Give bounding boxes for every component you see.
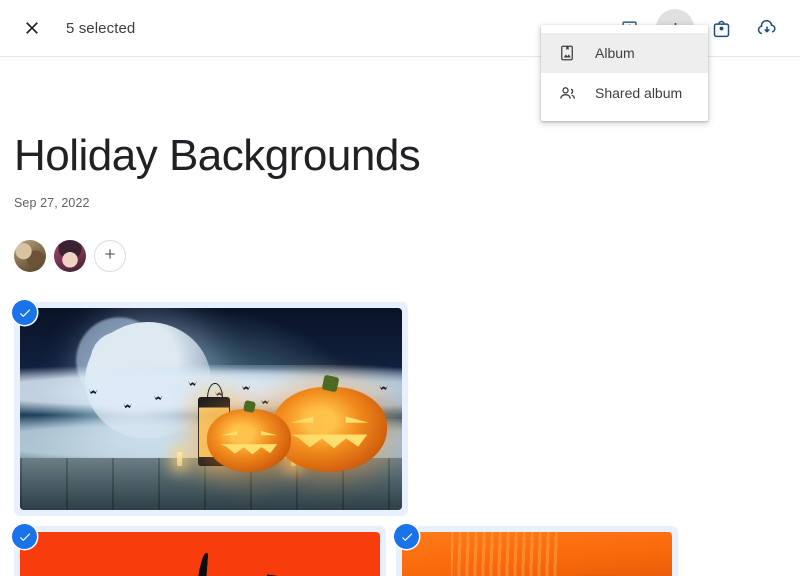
avatar-member-2[interactable] xyxy=(54,240,86,273)
selected-count-label: 5 selected xyxy=(66,19,136,37)
menu-item-shared-album-label: Shared album xyxy=(595,85,683,101)
photo-tile-orange-abstract[interactable] xyxy=(394,524,678,576)
photo-grid xyxy=(12,300,786,576)
photo-thumbnail xyxy=(20,308,402,511)
photo-thumbnail xyxy=(20,532,380,576)
album-date: Sep 27, 2022 xyxy=(14,196,90,211)
close-icon xyxy=(22,18,42,38)
menu-item-shared-album[interactable]: Shared album xyxy=(541,73,708,113)
album-title: Holiday Backgrounds xyxy=(14,131,421,180)
album-members xyxy=(14,240,786,273)
cloud-download-icon xyxy=(756,17,778,39)
photo-album-icon xyxy=(557,43,577,63)
artwork-halloween-night xyxy=(20,308,402,511)
create-dropdown-menu: Album Shared album xyxy=(541,25,708,121)
people-icon xyxy=(557,83,577,103)
shopping-bag-icon xyxy=(711,18,732,39)
photo-tile-three-black-cats[interactable] xyxy=(12,524,386,576)
menu-item-album-label: Album xyxy=(595,45,635,61)
artwork-orange-abstract xyxy=(402,532,672,576)
menu-item-album[interactable]: Album xyxy=(541,33,708,73)
avatar-member-1[interactable] xyxy=(14,240,46,273)
pumpkin-small xyxy=(207,400,292,472)
download-button[interactable] xyxy=(748,9,786,47)
album-content: Holiday Backgrounds Sep 27, 2022 xyxy=(0,57,800,576)
photo-tile-halloween-pumpkins-night[interactable] xyxy=(12,300,408,517)
close-selection-button[interactable] xyxy=(14,10,50,46)
photo-thumbnail xyxy=(402,532,672,576)
plus-icon xyxy=(102,246,118,267)
candle-left xyxy=(176,451,182,466)
artwork-three-black-cats xyxy=(20,532,380,576)
add-people-button[interactable] xyxy=(94,240,126,273)
